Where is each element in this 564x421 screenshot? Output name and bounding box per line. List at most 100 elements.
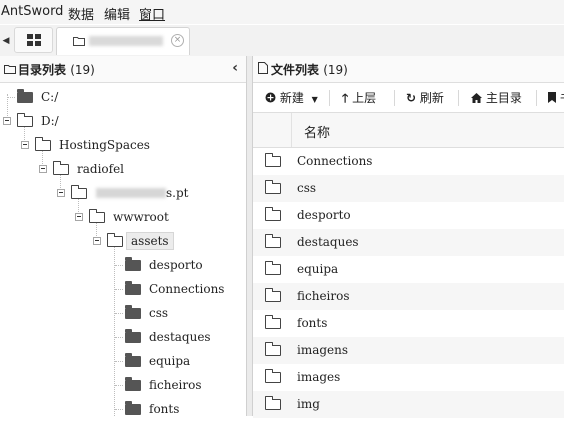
file-name: images xyxy=(297,370,341,384)
tree-node-radiofel[interactable]: radiofel xyxy=(0,157,246,181)
tree-node-destaques[interactable]: destaques xyxy=(0,325,246,349)
tree-node-wwwroot[interactable]: wwwroot xyxy=(0,205,246,229)
file-row[interactable]: imagens xyxy=(253,337,564,364)
folder-icon xyxy=(4,65,16,74)
tree-line xyxy=(115,265,123,266)
folder-icon xyxy=(125,329,141,343)
home-button[interactable]: 主目录 xyxy=(471,89,522,106)
chevron-down-icon: ▼ xyxy=(311,95,318,104)
up-button[interactable]: 🡑 上层 xyxy=(342,89,376,110)
collapse-toggle-icon[interactable] xyxy=(3,117,11,125)
file-toolbar: 新建 ▼ 🡑 上层 ↻ 刷新 主目录 书 xyxy=(253,83,564,113)
toolbar-divider xyxy=(329,90,330,106)
menubar: AntSword 数据 编辑 窗口 xyxy=(0,0,564,24)
file-name: imagens xyxy=(297,343,349,357)
folder-icon xyxy=(265,315,281,329)
file-name: css xyxy=(297,181,317,195)
file-row[interactable]: css xyxy=(253,175,564,202)
toolbar-divider xyxy=(458,90,459,106)
collapse-toggle-icon[interactable] xyxy=(21,141,29,149)
tree-node-domain[interactable]: s.pt xyxy=(0,181,246,205)
tree-line xyxy=(115,409,123,410)
domain-redacted xyxy=(96,188,166,198)
tree-node-assets[interactable]: assets xyxy=(0,229,246,253)
directory-panel: 目录列表 (19) ‹ C:/ D:/ HostingSpaces radiof… xyxy=(0,56,246,416)
file-panel-header: 文件列表 (19) xyxy=(253,56,564,83)
plus-circle-icon xyxy=(265,92,276,103)
tab-host-redacted xyxy=(89,36,163,46)
folder-icon xyxy=(125,257,141,271)
grid-icon xyxy=(27,34,41,46)
folder-open-icon xyxy=(53,161,69,175)
tree-node-ficheiros[interactable]: ficheiros xyxy=(0,373,246,397)
collapse-toggle-icon[interactable] xyxy=(57,189,65,197)
tab-shell[interactable]: × xyxy=(56,27,190,55)
column-header-name[interactable]: 名称 xyxy=(304,122,330,141)
refresh-icon: ↻ xyxy=(406,91,417,105)
folder-icon xyxy=(125,353,141,367)
file-row[interactable]: images xyxy=(253,364,564,391)
tree-node-c[interactable]: C:/ xyxy=(0,85,246,109)
tab-scroll-left-icon[interactable]: ◀ xyxy=(0,33,12,49)
file-name: desporto xyxy=(297,208,351,222)
new-button[interactable]: 新建 ▼ xyxy=(265,89,318,106)
folder-icon xyxy=(265,261,281,275)
tree-node-equipa[interactable]: equipa xyxy=(0,349,246,373)
folder-icon xyxy=(265,153,281,167)
tree-line xyxy=(115,337,123,338)
folder-open-icon xyxy=(71,185,87,199)
file-row[interactable]: equipa xyxy=(253,256,564,283)
bookmark-button[interactable]: 书 xyxy=(548,89,564,106)
bookmark-icon xyxy=(548,92,556,103)
collapse-icon[interactable]: ‹ xyxy=(232,60,238,76)
folder-icon xyxy=(125,377,141,391)
file-row[interactable]: desporto xyxy=(253,202,564,229)
menu-edit[interactable]: 编辑 xyxy=(104,4,130,23)
tree-node-d[interactable]: D:/ xyxy=(0,109,246,133)
close-icon[interactable]: × xyxy=(171,34,184,47)
collapse-toggle-icon[interactable] xyxy=(75,213,83,221)
file-icon xyxy=(258,62,268,74)
file-name: ficheiros xyxy=(297,289,350,303)
file-name: Connections xyxy=(297,154,373,168)
file-grid-header: 名称 xyxy=(253,113,564,148)
folder-icon xyxy=(125,305,141,319)
file-row[interactable]: Connections xyxy=(253,148,564,175)
column-divider xyxy=(291,113,292,147)
menu-data[interactable]: 数据 xyxy=(68,4,94,23)
file-row[interactable]: fonts xyxy=(253,310,564,337)
folder-open-icon xyxy=(17,113,33,127)
tab-home[interactable] xyxy=(14,27,53,53)
folder-icon xyxy=(265,342,281,356)
folder-icon xyxy=(265,369,281,383)
home-icon xyxy=(471,93,482,103)
folder-icon xyxy=(125,281,141,295)
arrow-up-icon: 🡑 xyxy=(342,91,349,105)
collapse-toggle-icon[interactable] xyxy=(39,165,47,173)
tree-node-desporto[interactable]: desporto xyxy=(0,253,246,277)
directory-panel-header: 目录列表 (19) ‹ xyxy=(0,56,246,83)
file-name: fonts xyxy=(297,316,328,330)
toolbar-divider xyxy=(536,90,537,106)
app-title: AntSword xyxy=(1,4,64,19)
file-row[interactable]: destaques xyxy=(253,229,564,256)
file-row[interactable]: img xyxy=(253,391,564,418)
tree-node-hostingspaces[interactable]: HostingSpaces xyxy=(0,133,246,157)
tree-node-fonts[interactable]: fonts xyxy=(0,397,246,421)
file-row[interactable]: ficheiros xyxy=(253,283,564,310)
menu-window[interactable]: 窗口 xyxy=(139,4,165,23)
tab-bar: ◀ × xyxy=(0,25,564,57)
refresh-button[interactable]: ↻ 刷新 xyxy=(406,89,444,106)
panel-splitter[interactable] xyxy=(246,56,253,416)
tree-line xyxy=(115,385,123,386)
file-panel-title: 文件列表 (19) xyxy=(271,63,348,77)
folder-icon xyxy=(265,288,281,302)
tree-node-css[interactable]: css xyxy=(0,301,246,325)
tree-node-connections[interactable]: Connections xyxy=(0,277,246,301)
directory-panel-title: 目录列表 (19) xyxy=(18,63,95,77)
toolbar-divider xyxy=(394,90,395,106)
collapse-toggle-icon[interactable] xyxy=(93,237,101,245)
folder-open-icon xyxy=(89,209,105,223)
folder-icon xyxy=(265,180,281,194)
folder-open-icon xyxy=(107,233,123,247)
